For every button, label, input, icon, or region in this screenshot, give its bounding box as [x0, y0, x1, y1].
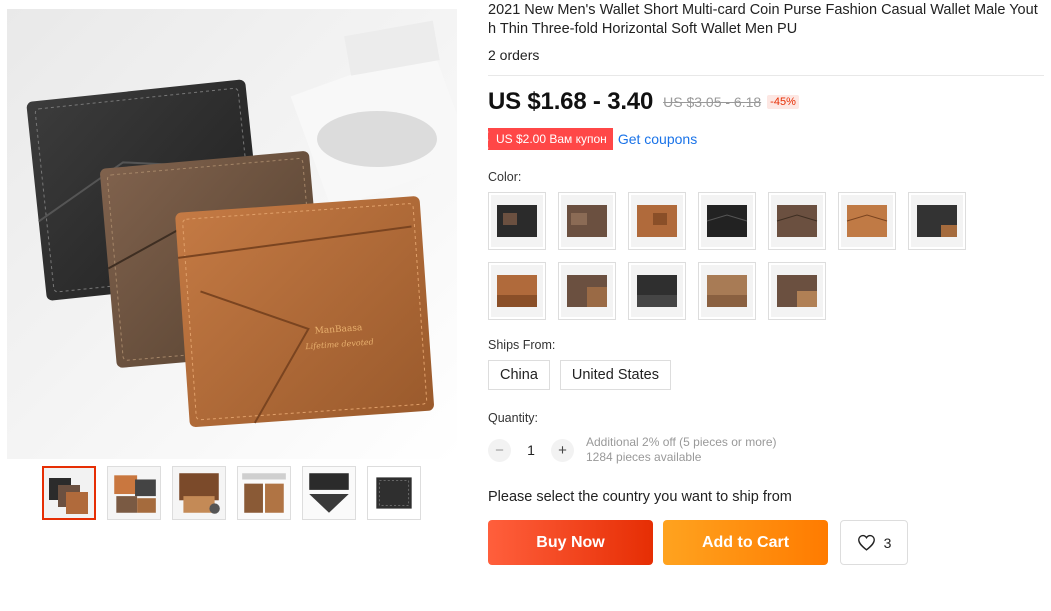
- quantity-value[interactable]: 1: [511, 442, 551, 458]
- color-label: Color:: [488, 170, 522, 184]
- thumbnail-4[interactable]: [237, 466, 291, 520]
- coupon-badge: US $2.00 Вам купон: [485, 128, 613, 150]
- color-swatches: [488, 192, 1048, 320]
- ship-option-china[interactable]: China: [488, 360, 550, 390]
- ship-option-united-states[interactable]: United States: [559, 360, 671, 390]
- discount-badge: -45%: [767, 95, 799, 109]
- color-option-5[interactable]: [768, 192, 826, 250]
- color-option-6[interactable]: [838, 192, 896, 250]
- original-price: US $3.05 - 6.18: [663, 94, 762, 110]
- ships-from-label: Ships From:: [488, 338, 556, 352]
- color-option-8[interactable]: [488, 262, 546, 320]
- add-to-cart-button[interactable]: Add to Cart: [663, 520, 828, 565]
- color-option-3[interactable]: [628, 192, 686, 250]
- color-option-1[interactable]: [488, 192, 546, 250]
- availability-text: 1284 pieces available: [586, 450, 702, 464]
- product-info: 2021 New Men's Wallet Short Multi-card C…: [485, 0, 1048, 565]
- color-option-4[interactable]: [698, 192, 756, 250]
- thumbnail-1[interactable]: [42, 466, 96, 520]
- order-count: 2 orders: [488, 47, 540, 63]
- action-buttons: Buy Now Add to Cart 3: [488, 520, 1048, 565]
- thumbnail-5[interactable]: [302, 466, 356, 520]
- price-row: US $1.68 - 3.40 US $3.05 - 6.18 -45%: [488, 88, 1048, 116]
- product-title: 2021 New Men's Wallet Short Multi-card C…: [488, 2, 1038, 37]
- wishlist-button[interactable]: 3: [840, 520, 908, 565]
- divider: [488, 75, 1044, 76]
- color-option-11[interactable]: [698, 262, 756, 320]
- thumbnail-6[interactable]: [367, 466, 421, 520]
- get-coupons-link[interactable]: Get coupons: [618, 131, 697, 147]
- color-option-7[interactable]: [908, 192, 966, 250]
- buy-now-button[interactable]: Buy Now: [488, 520, 653, 565]
- thumbnail-2[interactable]: [107, 466, 161, 520]
- shipping-note: Please select the country you want to sh…: [488, 489, 792, 505]
- color-option-9[interactable]: [558, 262, 616, 320]
- quantity-decrease-button[interactable]: −: [488, 438, 511, 462]
- wishlist-count: 3: [883, 534, 892, 551]
- quantity-info: Additional 2% off (5 pieces or more) 128…: [586, 435, 777, 465]
- quantity-stepper: − 1 + Additional 2% off (5 pieces or mor…: [488, 435, 1048, 465]
- color-option-2[interactable]: [558, 192, 616, 250]
- main-product-image[interactable]: ManBaasa Lifetime devoted: [7, 9, 457, 459]
- color-option-10[interactable]: [628, 262, 686, 320]
- thumbnail-strip: [42, 466, 421, 520]
- ships-from-options: China United States: [488, 360, 1048, 390]
- quantity-label: Quantity:: [488, 411, 539, 425]
- current-price: US $1.68 - 3.40: [488, 88, 654, 115]
- color-option-12[interactable]: [768, 262, 826, 320]
- wallet-product-photo: ManBaasa Lifetime devoted: [7, 9, 457, 459]
- heart-icon: [857, 534, 875, 551]
- coupon-row: US $2.00 Вам купон Get coupons: [485, 128, 1048, 150]
- thumbnail-3[interactable]: [172, 466, 226, 520]
- bulk-discount-text: Additional 2% off (5 pieces or more): [586, 435, 777, 449]
- quantity-increase-button[interactable]: +: [551, 438, 574, 462]
